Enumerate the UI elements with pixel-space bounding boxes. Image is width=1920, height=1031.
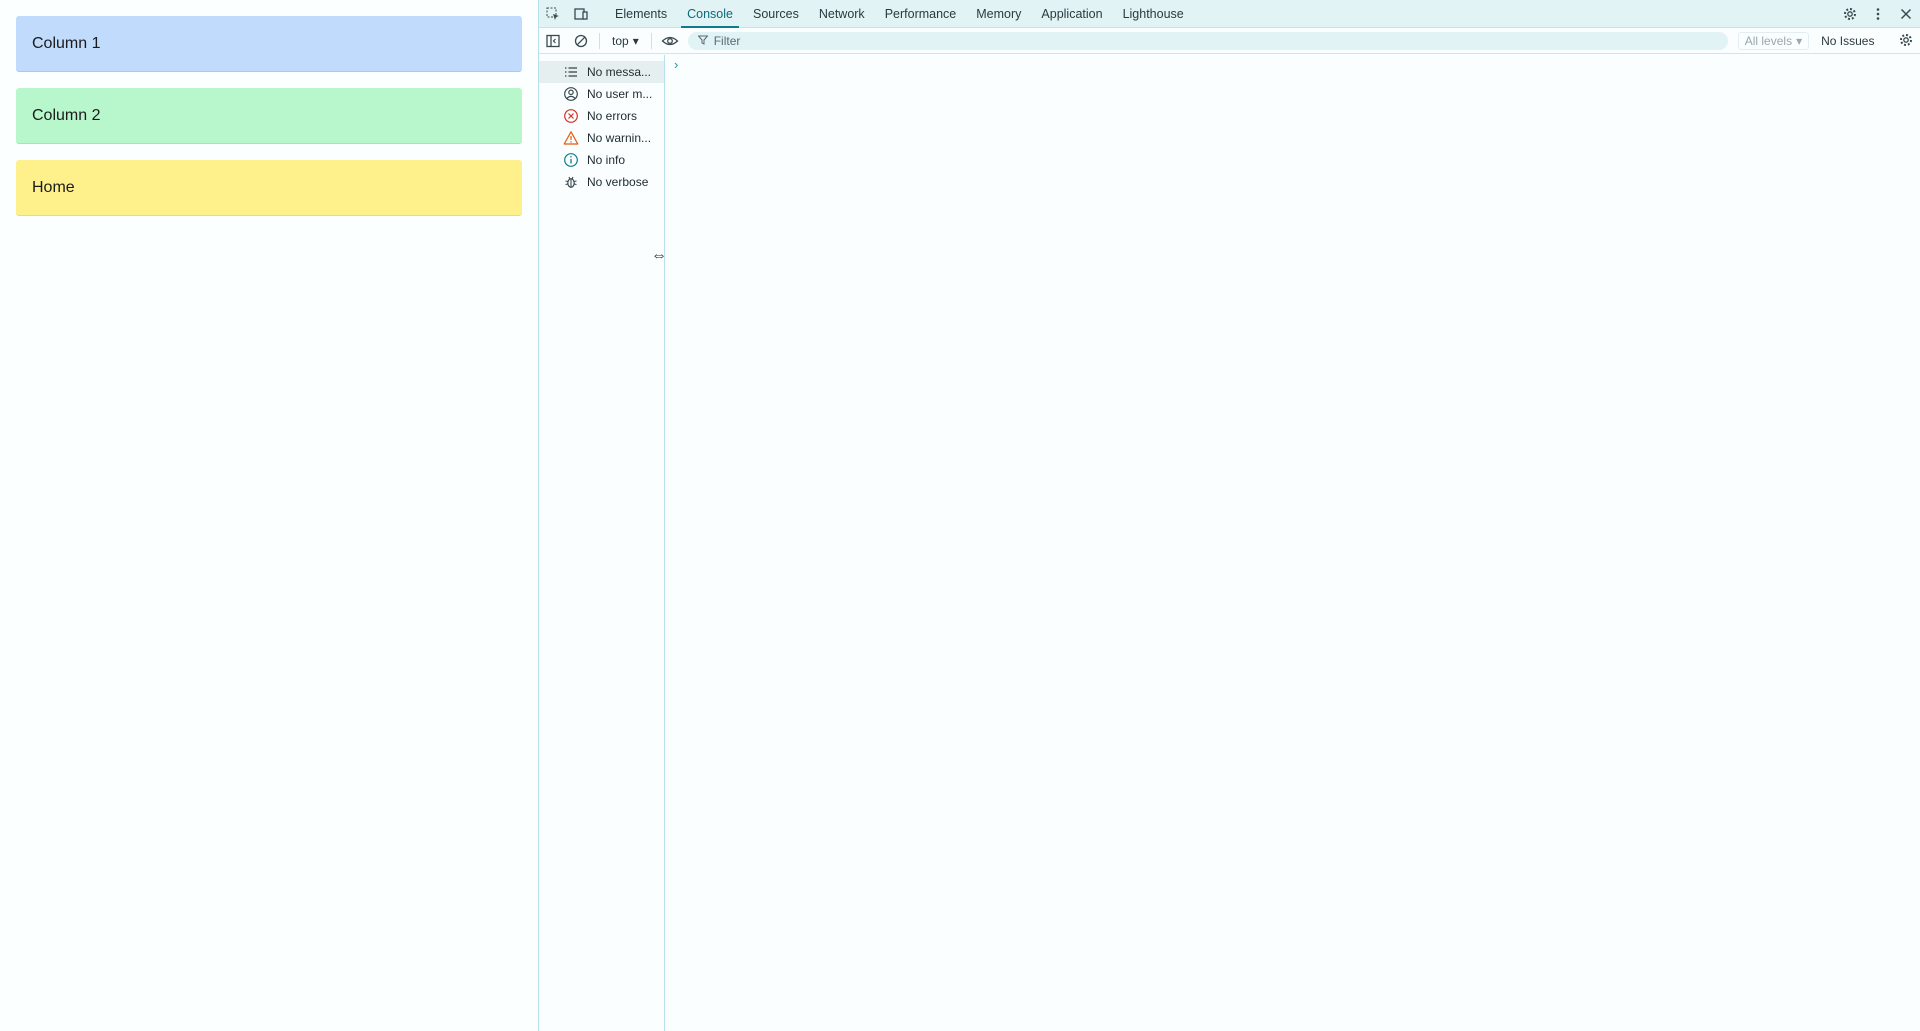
list-icon [563,64,579,80]
sidebar-item-label: No user m... [587,87,653,101]
home-block[interactable]: Home [16,160,522,216]
tab-memory[interactable]: Memory [966,0,1031,28]
error-icon [563,108,579,124]
tab-elements[interactable]: Elements [605,0,677,28]
clear-console-icon[interactable] [567,27,595,55]
sidebar-item-label: No errors [587,109,638,123]
context-selector[interactable]: top ▾ [604,34,647,48]
context-label: top [612,33,629,48]
block-label: Column 1 [32,34,101,52]
sidebar-item-label: No messa... [587,65,652,79]
sidebar-item-info[interactable]: No info [539,149,664,171]
user-icon [563,86,579,102]
page-content: Column 1 Column 2 Home [0,0,538,1031]
tab-performance[interactable]: Performance [875,0,967,28]
resize-cursor-icon: ⇔ [651,247,667,264]
more-options-icon[interactable] [1864,0,1892,28]
column-1-block[interactable]: Column 1 [16,16,522,72]
sidebar-item-warnings[interactable]: No warnin... [539,127,664,149]
devtools-panel: Elements Console Sources Network Perform… [538,0,1920,1031]
block-label: Column 2 [32,106,101,124]
toolbar-divider [599,32,600,49]
issues-counter[interactable]: No Issues [1821,34,1874,48]
log-levels-label: All levels [1744,33,1793,48]
toolbar-divider [650,32,652,49]
sidebar-item-label: No verbose [587,175,649,189]
tab-lighthouse[interactable]: Lighthouse [1113,0,1194,28]
tab-console[interactable]: Console [677,0,743,28]
filter-box[interactable] [687,31,1728,50]
block-label: Home [32,178,75,196]
sidebar-toggle-icon[interactable] [539,27,567,55]
column-2-block[interactable]: Column 2 [16,88,522,144]
tab-sources[interactable]: Sources [743,0,809,28]
sidebar-item-label: No info [587,153,626,167]
sidebar-item-user-messages[interactable]: No user m... [539,83,664,105]
log-levels-dropdown[interactable]: All levels ▾ [1737,31,1810,50]
dropdown-arrow-icon: ▾ [632,33,639,48]
tab-application[interactable]: Application [1031,0,1112,28]
device-toggle-icon[interactable] [567,0,595,28]
console-toolbar: top ▾ All levels ▾ No Issues [539,28,1920,54]
bug-icon [563,174,579,190]
sidebar-item-messages[interactable]: No messa... [539,61,664,83]
console-prompt[interactable]: › [674,57,678,72]
close-icon[interactable] [1892,0,1920,28]
live-expression-eye-icon[interactable] [656,27,684,55]
console-output[interactable]: › [666,55,1920,1031]
tab-network[interactable]: Network [809,0,875,28]
filter-funnel-icon [697,34,709,48]
console-sidebar: No messa... No user m... No errors No wa… [539,55,667,1031]
dropdown-arrow-icon: ▾ [1796,33,1803,48]
info-icon [563,152,579,168]
devtools-tabbar: Elements Console Sources Network Perform… [539,0,1920,28]
warning-icon [563,130,579,146]
sidebar-item-label: No warnin... [587,131,652,145]
filter-input[interactable] [713,33,1614,48]
console-settings-gear-icon[interactable] [1898,32,1914,53]
sidebar-item-verbose[interactable]: No verbose [539,171,664,193]
sidebar-item-errors[interactable]: No errors [539,105,664,127]
settings-gear-icon[interactable] [1836,0,1864,28]
inspect-element-icon[interactable] [539,0,567,28]
